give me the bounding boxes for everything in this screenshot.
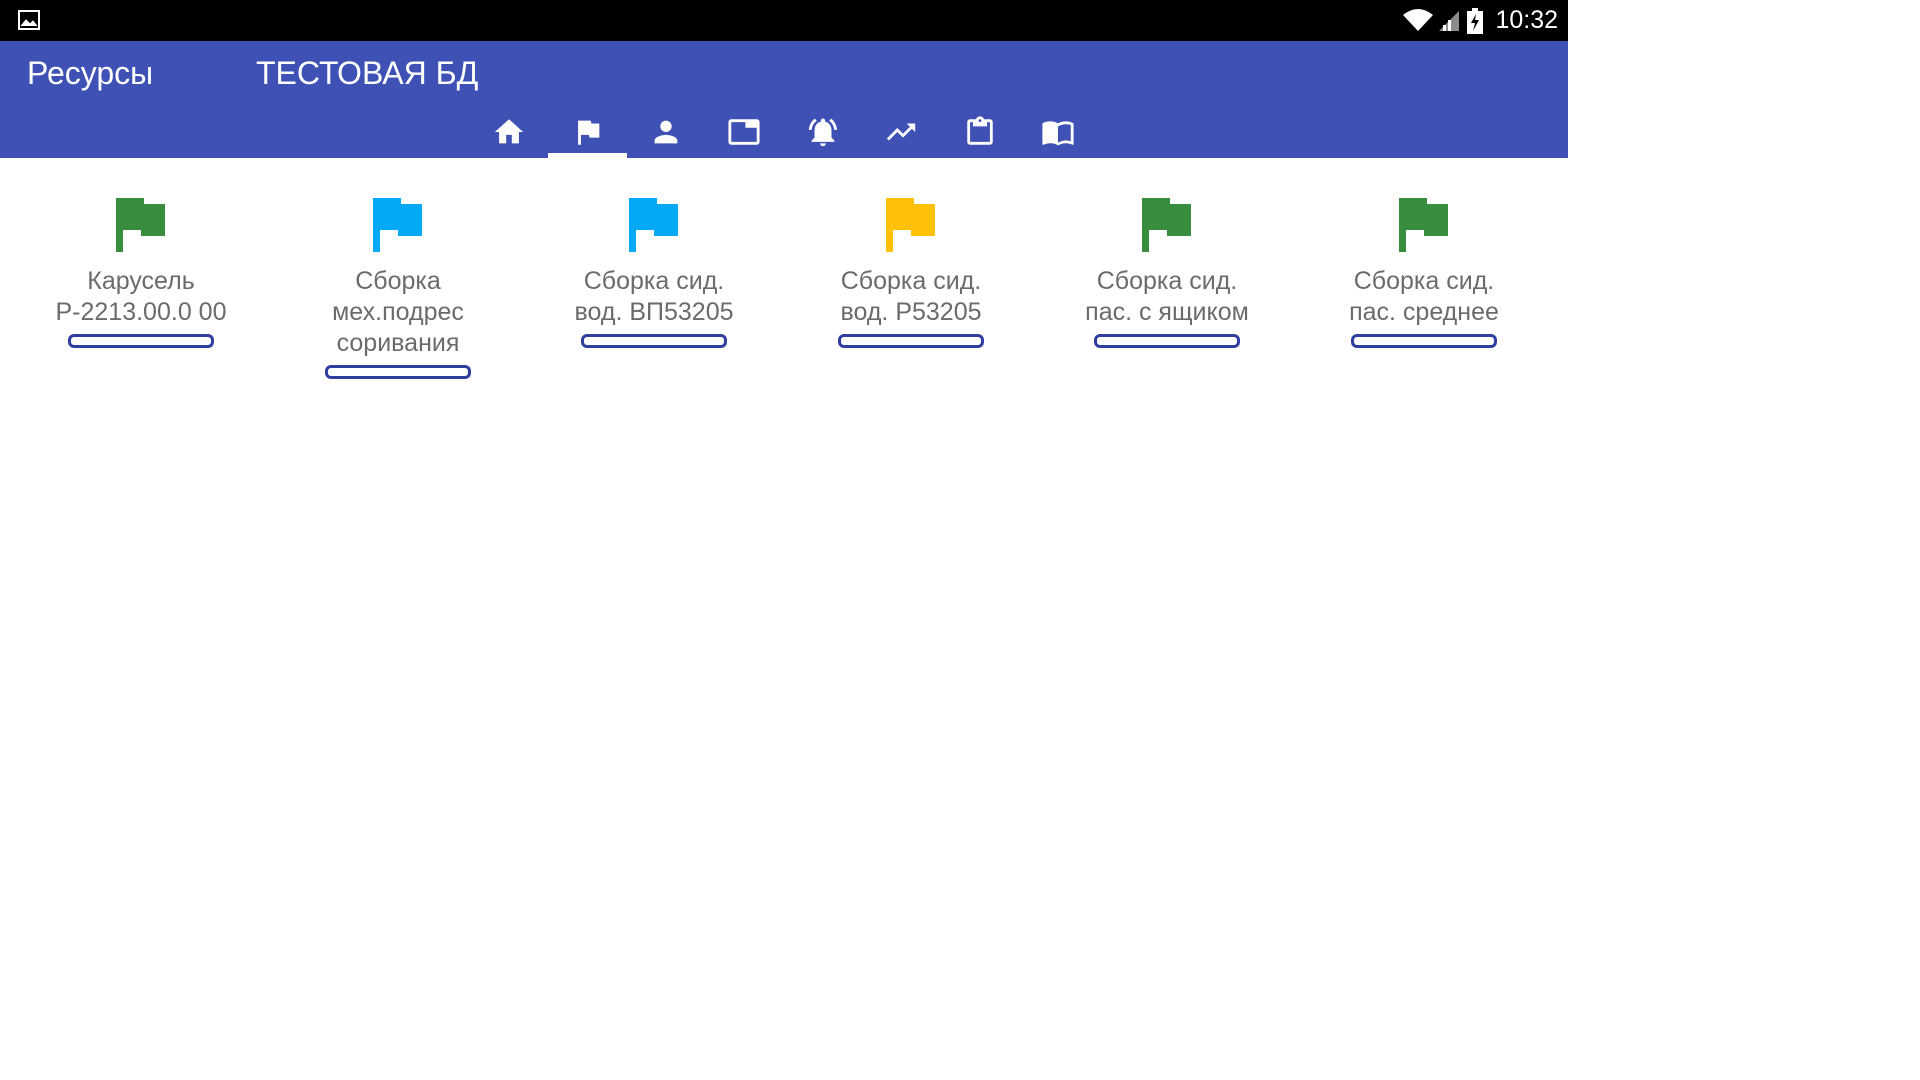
resource-item[interactable]: Сборка сид. вод. Р53205 xyxy=(821,196,1001,348)
resource-label: Сборка сид. пас. с ящиком xyxy=(1085,267,1249,326)
status-bar: 10:32 xyxy=(0,0,1568,41)
resource-label: Сборка сид. пас. среднее xyxy=(1349,267,1499,326)
resource-label: Сборка сид. вод. Р53205 xyxy=(840,267,982,326)
tab-window[interactable] xyxy=(705,109,783,158)
gallery-notification-icon xyxy=(18,10,40,30)
person-icon xyxy=(654,120,678,144)
resource-item[interactable]: Сборка сид. пас. среднее xyxy=(1334,196,1514,348)
resource-status-bar xyxy=(1094,334,1240,348)
resource-item[interactable]: Сборка сид. пас. с ящиком xyxy=(1077,196,1257,348)
resource-status-bar xyxy=(325,365,471,379)
resource-label: Сборка мех.подрес соривания xyxy=(332,267,464,357)
flag-icon xyxy=(886,198,935,252)
resource-status-bar xyxy=(68,334,214,348)
battery-charging-icon xyxy=(1467,7,1484,34)
resource-grid: Карусель Р-2213.00.0 00 Сборка мех.подре… xyxy=(0,158,1568,882)
tab-trends[interactable] xyxy=(862,109,940,158)
resource-label: Карусель Р-2213.00.0 00 xyxy=(55,267,227,326)
flag-icon xyxy=(629,198,678,252)
tab-home[interactable] xyxy=(470,109,548,158)
window-icon xyxy=(728,119,760,145)
trending-up-icon xyxy=(886,123,916,141)
resource-label: Сборка сид. вод. ВП53205 xyxy=(574,267,734,326)
tab-alarms[interactable] xyxy=(784,109,862,158)
cell-signal-icon xyxy=(1439,10,1460,31)
database-name: ТЕСТОВАЯ БД xyxy=(256,55,479,91)
alarm-bell-icon xyxy=(808,118,837,147)
flag-icon xyxy=(373,198,422,252)
app-bar: Ресурсы ТЕСТОВАЯ БД xyxy=(0,41,1568,158)
resource-status-bar xyxy=(838,334,984,348)
wifi-icon xyxy=(1403,8,1434,31)
book-icon xyxy=(1042,121,1074,146)
flag-icon xyxy=(1142,198,1191,252)
flag-icon xyxy=(116,198,165,252)
tab-book[interactable] xyxy=(1019,109,1097,158)
tab-bar xyxy=(470,109,1097,158)
flag-icon xyxy=(577,120,599,145)
resource-item[interactable]: Сборка сид. вод. ВП53205 xyxy=(564,196,744,348)
resource-item[interactable]: Сборка мех.подрес соривания xyxy=(308,196,488,379)
flag-icon xyxy=(1399,198,1448,252)
tab-clipboard[interactable] xyxy=(940,109,1018,158)
clock: 10:32 xyxy=(1495,6,1558,34)
tab-person[interactable] xyxy=(627,109,705,158)
resource-status-bar xyxy=(1351,334,1497,348)
resource-item[interactable]: Карусель Р-2213.00.0 00 xyxy=(51,196,231,348)
clipboard-icon xyxy=(966,116,993,145)
home-icon xyxy=(495,119,524,144)
app-title: Ресурсы xyxy=(27,55,154,91)
tab-resources[interactable] xyxy=(548,109,628,158)
resource-status-bar xyxy=(581,334,727,348)
